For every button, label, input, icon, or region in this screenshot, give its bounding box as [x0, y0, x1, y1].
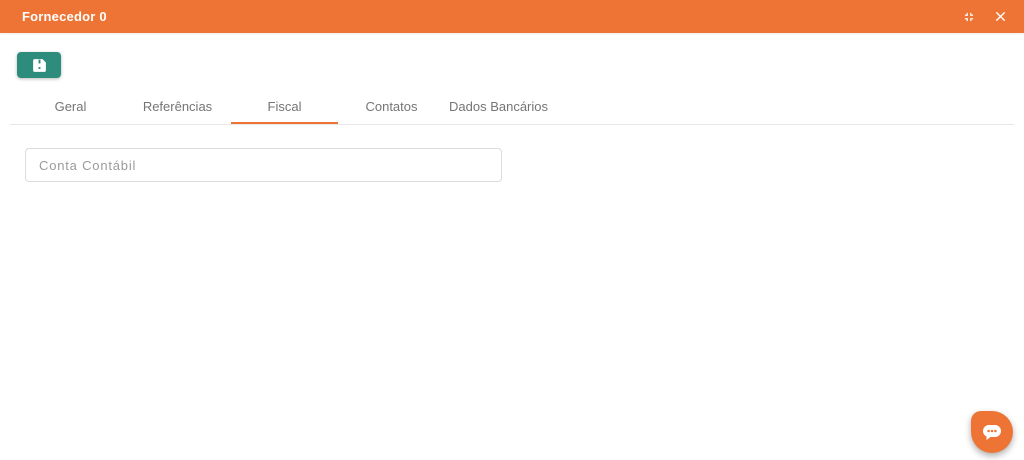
chat-widget-button[interactable]: [971, 411, 1013, 453]
chat-bubble-icon: [982, 423, 1002, 441]
close-button[interactable]: [991, 8, 1009, 26]
fullscreen-exit-icon: [962, 10, 976, 24]
dialog-title: Fornecedor 0: [22, 9, 960, 24]
toolbar: [0, 33, 1024, 78]
save-button[interactable]: [17, 52, 61, 78]
tab-bar: Geral Referências Fiscal Contatos Dados …: [10, 92, 1014, 125]
tab-dados-bancarios[interactable]: Dados Bancários: [445, 92, 552, 124]
titlebar-actions: [960, 8, 1009, 26]
tab-fiscal[interactable]: Fiscal: [231, 92, 338, 124]
fiscal-tab-panel: [0, 125, 1024, 182]
tab-contatos[interactable]: Contatos: [338, 92, 445, 124]
fullscreen-exit-button[interactable]: [960, 8, 978, 26]
conta-contabil-input[interactable]: [25, 148, 502, 182]
tab-referencias[interactable]: Referências: [124, 92, 231, 124]
close-icon: [994, 10, 1007, 23]
tab-geral[interactable]: Geral: [17, 92, 124, 124]
dialog-titlebar: Fornecedor 0: [0, 0, 1024, 33]
save-icon: [32, 58, 47, 73]
